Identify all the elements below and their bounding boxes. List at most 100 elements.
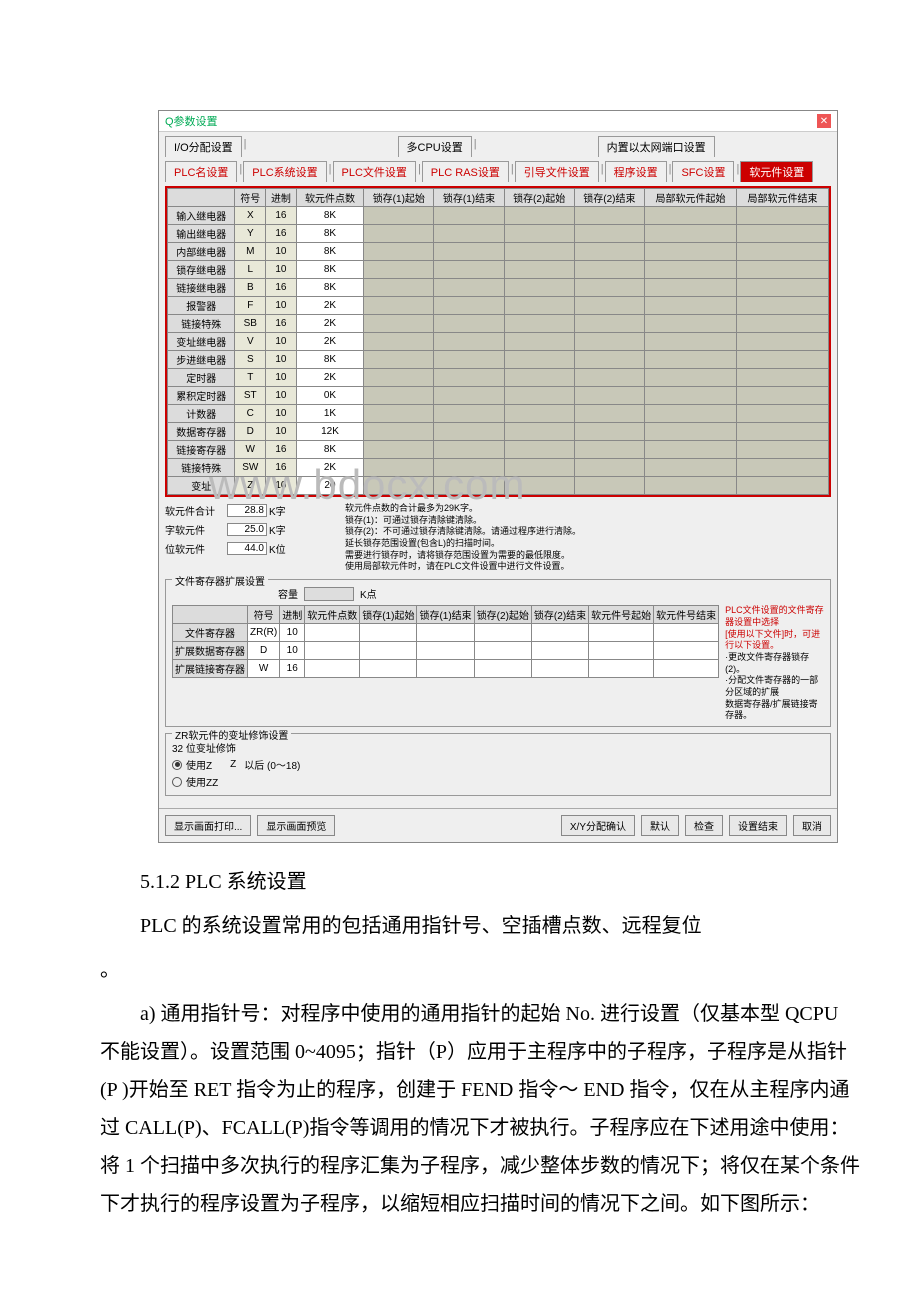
cell[interactable] [364, 279, 434, 297]
cell[interactable] [504, 315, 574, 333]
check-button[interactable]: 检查 [685, 815, 723, 836]
cell[interactable] [644, 441, 736, 459]
cell[interactable] [504, 279, 574, 297]
cell[interactable] [417, 642, 474, 660]
cell[interactable] [736, 261, 828, 279]
tab-device[interactable]: 软元件设置 [740, 161, 813, 182]
radio-icon[interactable] [172, 777, 182, 787]
cell[interactable] [305, 660, 360, 678]
cell[interactable] [474, 624, 531, 642]
cell[interactable] [504, 405, 574, 423]
cell[interactable] [531, 624, 588, 642]
cell[interactable] [305, 624, 360, 642]
cell[interactable] [417, 660, 474, 678]
cell[interactable] [504, 351, 574, 369]
cell[interactable] [589, 642, 654, 660]
cell[interactable] [364, 315, 434, 333]
cell[interactable] [434, 477, 504, 495]
cell[interactable] [736, 315, 828, 333]
cell[interactable] [574, 207, 644, 225]
cell[interactable] [531, 660, 588, 678]
row-pts[interactable]: 8K [296, 207, 363, 225]
cell[interactable] [736, 423, 828, 441]
cell[interactable] [644, 333, 736, 351]
cell[interactable] [644, 369, 736, 387]
cell[interactable] [434, 279, 504, 297]
tab-plcfile[interactable]: PLC文件设置 [333, 161, 416, 182]
cell[interactable] [364, 369, 434, 387]
cancel-button[interactable]: 取消 [793, 815, 831, 836]
end-button[interactable]: 设置结束 [729, 815, 787, 836]
cell[interactable] [574, 333, 644, 351]
cell[interactable] [474, 642, 531, 660]
print-button[interactable]: 显示画面打印... [165, 815, 251, 836]
cell[interactable] [644, 243, 736, 261]
row-pts[interactable]: 12K [296, 423, 363, 441]
cell[interactable] [644, 477, 736, 495]
cell[interactable] [417, 624, 474, 642]
cell[interactable] [364, 333, 434, 351]
cell[interactable] [434, 207, 504, 225]
row-pts[interactable]: 1K [296, 405, 363, 423]
row-pts[interactable]: 0K [296, 387, 363, 405]
cell[interactable] [574, 261, 644, 279]
radio-use-zz[interactable]: 使用ZZ [172, 774, 824, 789]
cell[interactable] [434, 369, 504, 387]
row-pts[interactable]: 2K [296, 297, 363, 315]
cell[interactable] [504, 423, 574, 441]
cell[interactable] [644, 423, 736, 441]
cell[interactable] [736, 351, 828, 369]
cell[interactable] [305, 642, 360, 660]
cell[interactable] [574, 423, 644, 441]
cell[interactable] [644, 315, 736, 333]
cell[interactable] [644, 297, 736, 315]
cell[interactable] [644, 225, 736, 243]
cell[interactable] [504, 297, 574, 315]
cell[interactable] [654, 624, 719, 642]
tab-io[interactable]: I/O分配设置 [165, 136, 242, 157]
cell[interactable] [574, 297, 644, 315]
tab-plcsystem[interactable]: PLC系统设置 [243, 161, 326, 182]
cell[interactable] [364, 243, 434, 261]
cell[interactable] [434, 351, 504, 369]
cell[interactable] [736, 369, 828, 387]
cell[interactable] [574, 351, 644, 369]
cell[interactable] [434, 441, 504, 459]
cell[interactable] [364, 387, 434, 405]
row-pts[interactable]: 8K [296, 261, 363, 279]
tab-boot[interactable]: 引导文件设置 [515, 161, 599, 182]
cell[interactable] [574, 387, 644, 405]
cell[interactable] [736, 441, 828, 459]
row-pts[interactable]: 2K [296, 459, 363, 477]
cell[interactable] [574, 405, 644, 423]
capacity-input[interactable] [304, 587, 354, 601]
cell[interactable] [589, 660, 654, 678]
cell[interactable] [654, 642, 719, 660]
cell[interactable] [574, 441, 644, 459]
cell[interactable] [434, 387, 504, 405]
cell[interactable] [644, 459, 736, 477]
cell[interactable] [434, 315, 504, 333]
cell[interactable] [504, 333, 574, 351]
cell[interactable] [736, 297, 828, 315]
cell[interactable] [364, 441, 434, 459]
cell[interactable] [574, 315, 644, 333]
cell[interactable] [474, 660, 531, 678]
radio-icon[interactable] [172, 760, 182, 770]
cell[interactable] [434, 297, 504, 315]
cell[interactable] [434, 423, 504, 441]
row-pts[interactable]: 2K [296, 315, 363, 333]
tab-program[interactable]: 程序设置 [605, 161, 667, 182]
cell[interactable] [736, 243, 828, 261]
xy-confirm-button[interactable]: X/Y分配确认 [561, 815, 635, 836]
row-pts[interactable]: 2K [296, 333, 363, 351]
cell[interactable] [364, 351, 434, 369]
tab-plcras[interactable]: PLC RAS设置 [422, 161, 509, 182]
row-pts[interactable]: 8K [296, 243, 363, 261]
cell[interactable] [434, 225, 504, 243]
cell[interactable] [644, 207, 736, 225]
cell[interactable] [574, 225, 644, 243]
row-pts[interactable]: 8K [296, 279, 363, 297]
cell[interactable] [574, 243, 644, 261]
tab-multicpu[interactable]: 多CPU设置 [398, 136, 472, 157]
